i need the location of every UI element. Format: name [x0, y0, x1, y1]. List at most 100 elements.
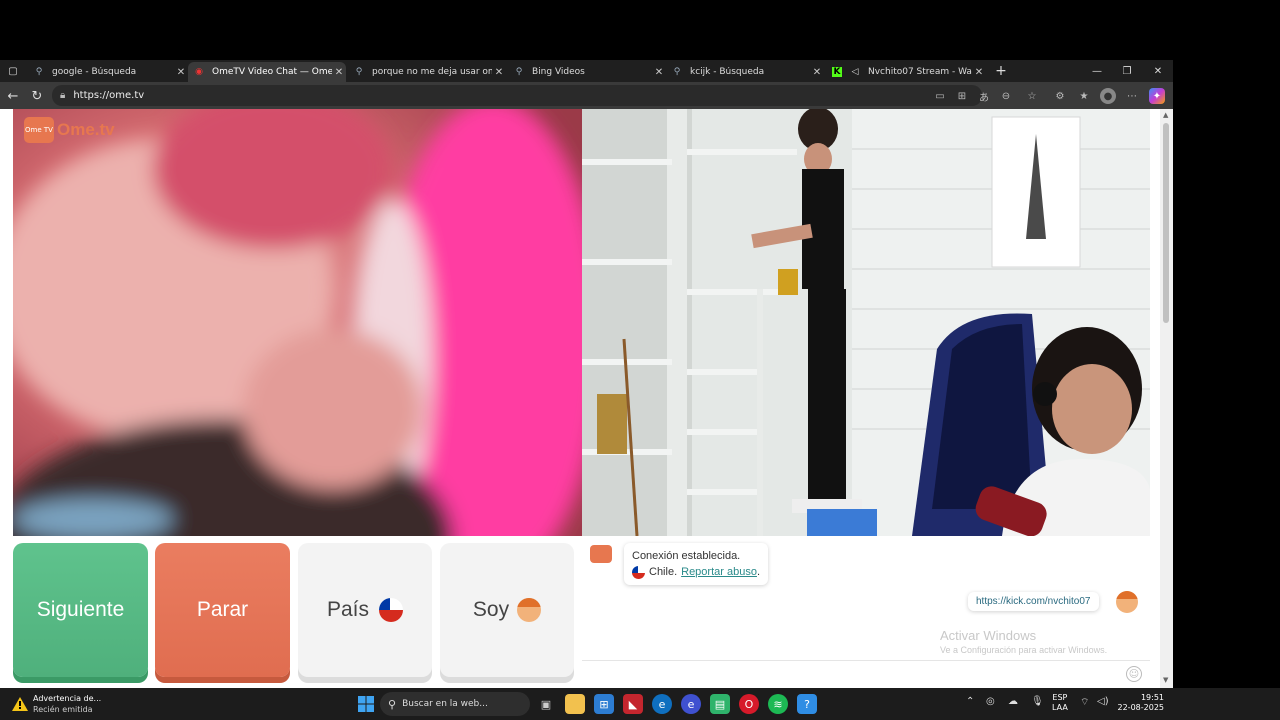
- opera-icon[interactable]: O: [739, 694, 759, 714]
- close-icon[interactable]: ✕: [332, 67, 346, 78]
- kick-icon: K: [832, 67, 842, 77]
- tab-actions-icon[interactable]: ▢: [0, 60, 26, 82]
- tab-google-search[interactable]: ⚲ google - Búsqueda ✕: [28, 62, 188, 82]
- close-icon[interactable]: ✕: [652, 67, 666, 78]
- user-message-bubble: https://kick.com/nvchito07: [968, 592, 1099, 611]
- close-icon[interactable]: ✕: [810, 67, 824, 78]
- tab-porque-search[interactable]: ⚲ porque no me deja usar omtv - B ✕: [348, 62, 506, 82]
- notification-widget[interactable]: Advertencia de... Recién emitida: [33, 693, 101, 715]
- restore-icon[interactable]: ❐: [1112, 60, 1142, 82]
- stranger-video: Ome TV Ome.tv: [13, 109, 582, 536]
- boy-avatar-icon: [517, 598, 542, 622]
- amd-icon[interactable]: ◣: [623, 694, 643, 714]
- system-message-text: Conexión establecida.: [632, 550, 741, 562]
- close-icon[interactable]: ✕: [972, 67, 986, 78]
- spotify-icon[interactable]: ≋: [768, 694, 788, 714]
- gender-button-label: Soy: [472, 598, 510, 621]
- gender-button[interactable]: Soy: [440, 543, 574, 677]
- taskbar-search-placeholder: Buscar en la web...: [402, 699, 488, 709]
- black-letterbox-top: [0, 0, 1280, 60]
- stop-button[interactable]: Parar: [155, 543, 290, 677]
- tab-label: OmeTV Video Chat — Omeg: [212, 67, 332, 77]
- page-scrollbar[interactable]: ▲ ▼: [1160, 109, 1173, 688]
- app-help-icon[interactable]: ?: [797, 694, 817, 714]
- scroll-down-icon[interactable]: ▼: [1163, 676, 1168, 684]
- chat-input[interactable]: [582, 661, 1122, 685]
- volume-icon[interactable]: ◁): [1097, 696, 1109, 707]
- lock-icon: 🔒︎: [60, 90, 66, 101]
- close-window-icon[interactable]: ✕: [1143, 60, 1173, 82]
- tab-bing-videos[interactable]: ⚲ Bing Videos ✕: [508, 62, 666, 82]
- url-text: https://ome.tv: [73, 90, 145, 101]
- apps-icon[interactable]: ⊞: [954, 88, 970, 104]
- profile-avatar-icon[interactable]: ●: [1100, 88, 1116, 104]
- ometv-logo: Ome TV Ome.tv: [24, 117, 115, 143]
- minimize-icon[interactable]: —: [1082, 60, 1112, 82]
- user-message-text[interactable]: https://kick.com/nvchito07: [976, 596, 1091, 607]
- tab-label: porque no me deja usar omtv - B: [372, 67, 492, 77]
- search-icon: ⚲: [355, 67, 363, 77]
- language-top: ESP: [1052, 693, 1068, 702]
- chile-flag-icon: [379, 598, 404, 622]
- clock[interactable]: 19:51 22-08-2025: [1116, 693, 1165, 713]
- tab-label: Nvchito07 Stream - Watch Li: [868, 67, 972, 77]
- ometv-page: Ome TV Ome.tv Siguiente Parar País Soy C…: [0, 109, 1173, 688]
- country-text: Chile.: [649, 566, 678, 578]
- app-green-icon[interactable]: ▤: [710, 694, 730, 714]
- extensions-icon[interactable]: ⚙: [1052, 88, 1068, 104]
- task-view-icon[interactable]: ▣: [536, 694, 556, 714]
- camera-icon[interactable]: ▭: [932, 88, 948, 104]
- report-suffix: .: [756, 566, 761, 578]
- scroll-thumb[interactable]: [1163, 123, 1169, 323]
- country-button[interactable]: País: [298, 543, 432, 677]
- url-field[interactable]: 🔒︎ https://ome.tv: [52, 85, 982, 106]
- report-abuse-link[interactable]: Reportar abuso: [681, 564, 757, 580]
- microphone-icon[interactable]: 🎙︎: [1031, 696, 1044, 707]
- ometv-chat-icon: [590, 545, 612, 563]
- windows-activation-watermark: Activar Windows Ve a Configuración para …: [940, 628, 1107, 655]
- tab-kick-stream[interactable]: K ◁ Nvchito07 Stream - Watch Li ✕: [826, 62, 986, 82]
- notification-title: Advertencia de...: [33, 694, 102, 703]
- speaker-icon[interactable]: ◁: [850, 67, 860, 77]
- wifi-icon[interactable]: ⌔: [1080, 696, 1089, 709]
- next-button[interactable]: Siguiente: [13, 543, 148, 677]
- tab-label: kcijk - Búsqueda: [690, 67, 765, 77]
- ometv-icon: ◉: [195, 67, 203, 77]
- close-icon[interactable]: ✕: [492, 67, 506, 78]
- tab-ometv[interactable]: ◉ OmeTV Video Chat — Omeg ✕: [188, 62, 346, 82]
- edge-icon[interactable]: e: [652, 694, 672, 714]
- language-bottom: LAA: [1052, 703, 1068, 712]
- favorite-star-icon[interactable]: ☆: [1024, 88, 1040, 104]
- reader-icon[interactable]: ⊖: [998, 88, 1014, 104]
- country-button-label: País: [326, 598, 370, 621]
- new-tab-icon[interactable]: +: [986, 60, 1016, 82]
- translate-icon[interactable]: あ: [976, 88, 992, 104]
- file-explorer-icon[interactable]: [565, 694, 585, 714]
- favorites-icon[interactable]: ★: [1076, 88, 1092, 104]
- tray-app-icon[interactable]: ◎: [986, 696, 995, 707]
- windows-taskbar: Advertencia de... Recién emitida ⚲ Busca…: [0, 688, 1280, 720]
- system-message-bubble: Conexión establecida. Chile. Reportar ab…: [624, 543, 769, 585]
- show-hidden-icons[interactable]: ⌃: [966, 696, 974, 707]
- edge-dev-icon[interactable]: e: [681, 694, 701, 714]
- tab-kcijk-search[interactable]: ⚲ kcijk - Búsqueda ✕: [666, 62, 824, 82]
- ometv-logo-badge: Ome TV: [24, 117, 54, 143]
- store-icon[interactable]: ⊞: [594, 694, 614, 714]
- mouse-cursor-icon: [150, 672, 155, 682]
- onedrive-icon[interactable]: ☁: [1008, 696, 1018, 707]
- scroll-up-icon[interactable]: ▲: [1163, 111, 1168, 119]
- refresh-icon[interactable]: ↻: [27, 86, 47, 106]
- self-video: [582, 109, 1150, 536]
- more-menu-icon[interactable]: ⋯: [1124, 88, 1140, 104]
- tab-label: google - Búsqueda: [52, 67, 137, 77]
- emoji-icon[interactable]: ☺: [1126, 666, 1142, 682]
- windows-start-icon[interactable]: [356, 694, 376, 714]
- search-icon: ⚲: [35, 67, 43, 77]
- taskbar-search-box[interactable]: ⚲ Buscar en la web...: [380, 692, 530, 716]
- language-indicator[interactable]: ESP LAA: [1052, 693, 1068, 713]
- back-icon[interactable]: ←: [3, 86, 23, 106]
- copilot-icon[interactable]: ✦: [1149, 88, 1165, 104]
- close-icon[interactable]: ✕: [174, 67, 188, 78]
- warning-icon: [12, 696, 28, 711]
- tab-strip: ▢ ⚲ google - Búsqueda ✕ ◉ OmeTV Video Ch…: [0, 60, 1173, 82]
